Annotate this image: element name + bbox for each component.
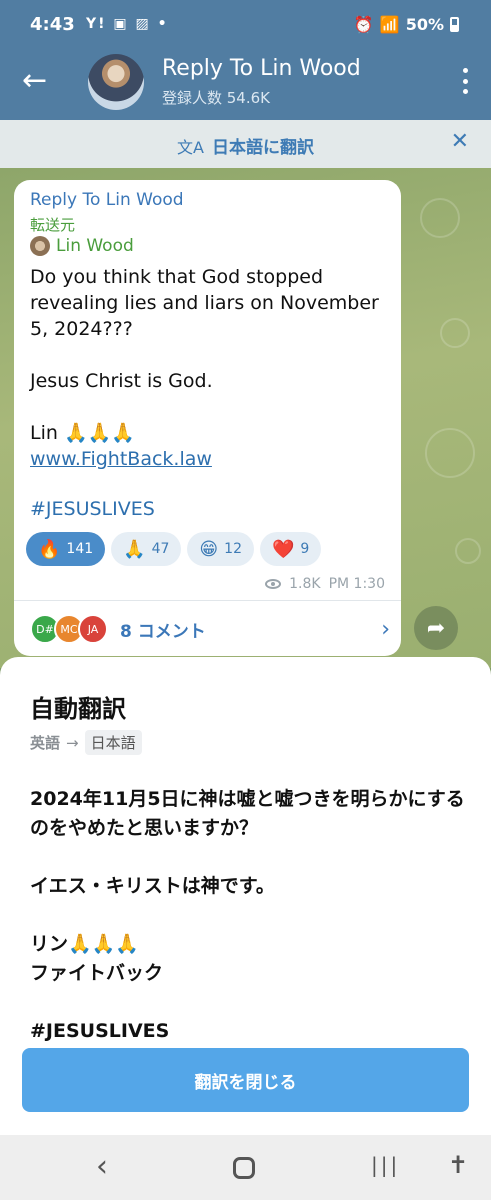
reaction-fire[interactable]: 🔥 141 <box>26 532 106 566</box>
message-paragraph-3: Lin 🙏🙏🙏 <box>30 422 135 444</box>
translated-paragraph-3: リン🙏🙏🙏 ファイトバック <box>30 930 470 988</box>
reaction-count: 47 <box>151 541 170 557</box>
message-bubble[interactable]: Reply To Lin Wood 転送元 Lin Wood Do you th… <box>14 180 401 656</box>
reaction-count: 12 <box>224 541 242 557</box>
message-time: PM 1:30 <box>328 576 385 592</box>
system-nav-bar: ‹ ||| ✝ <box>0 1135 491 1200</box>
message-link[interactable]: www.FightBack.law <box>30 448 212 470</box>
chevron-right-icon: › <box>381 616 390 642</box>
forwarded-label: 転送元 <box>30 216 76 234</box>
fire-icon: 🔥 <box>38 538 61 560</box>
battery-percent: 50% <box>405 15 444 34</box>
translated-line: ファイトバック <box>30 962 164 984</box>
translate-button[interactable]: 文A 日本語に翻訳 <box>0 133 491 158</box>
battery-icon <box>450 17 459 32</box>
heart-icon: ❤️ <box>272 538 295 560</box>
author-avatar <box>30 236 50 256</box>
reaction-heart[interactable]: ❤️ 9 <box>260 532 322 566</box>
reaction-count: 9 <box>300 541 310 557</box>
commenter-avatar: JA <box>78 614 108 644</box>
nav-home-icon[interactable] <box>233 1157 255 1179</box>
target-language[interactable]: 日本語 <box>84 730 142 755</box>
reaction-pray[interactable]: 🙏 47 <box>111 532 182 566</box>
author-name: Lin Wood <box>56 236 134 256</box>
translated-text: 2024年11月5日に神は嘘と嘘つきを明らかにするのをやめたと思いますか？ イエ… <box>30 785 470 1075</box>
views-count: 1.8K <box>289 576 321 592</box>
comments-button[interactable]: D# MC JA 8 コメント › <box>30 612 390 646</box>
close-translation-button[interactable]: 翻訳を閉じる <box>22 1048 469 1112</box>
notification-icons: Y! ▣ ▨ • <box>86 16 169 32</box>
message-hashtag[interactable]: #JESUSLIVES <box>30 498 155 520</box>
status-time: 4:43 <box>30 14 75 35</box>
grin-icon: 😁 <box>199 538 219 560</box>
alarm-icon: ⏰ <box>353 15 374 34</box>
accessibility-icon[interactable]: ✝ <box>448 1151 468 1179</box>
system-icons: ⏰ 📶 50% <box>354 15 459 34</box>
wifi-icon: 📶 <box>379 15 400 34</box>
more-options-icon[interactable] <box>463 68 469 94</box>
views-icon <box>265 579 282 589</box>
comments-label: 8 コメント <box>120 621 206 642</box>
translated-paragraph-4: #JESUSLIVES <box>30 1020 170 1042</box>
language-row: 英語 → 日本語 <box>30 730 142 755</box>
channel-subscribers: 登録人数 54.6K <box>162 89 271 107</box>
sheet-title: 自動翻訳 <box>30 695 126 723</box>
divider <box>14 600 401 601</box>
translated-paragraph-2: イエス・キリストは神です。 <box>30 875 275 897</box>
channel-avatar[interactable] <box>88 54 144 110</box>
message-paragraph-2: Jesus Christ is God. <box>30 370 213 392</box>
translation-sheet: 自動翻訳 英語 → 日本語 2024年11月5日に神は嘘と嘘つきを明らかにするの… <box>0 657 491 1135</box>
translated-paragraph-1: 2024年11月5日に神は嘘と嘘つきを明らかにするのをやめたと思いますか？ <box>30 788 465 839</box>
message-text: Do you think that God stopped revealing … <box>30 264 390 446</box>
source-language[interactable]: 英語 <box>30 732 60 753</box>
translated-line: リン🙏🙏🙏 <box>30 933 139 955</box>
reaction-count: 141 <box>66 541 94 557</box>
arrow-right-icon: → <box>66 733 79 752</box>
reactions: 🔥 141 🙏 47 😁 12 ❤️ 9 <box>26 532 322 566</box>
nav-recents-icon[interactable]: ||| <box>371 1153 400 1177</box>
share-icon[interactable]: ➦ <box>414 606 458 650</box>
translate-label: 日本語に翻訳 <box>211 138 314 158</box>
message-paragraph-1: Do you think that God stopped revealing … <box>30 266 379 340</box>
message-channel-name[interactable]: Reply To Lin Wood <box>30 190 184 210</box>
close-icon[interactable]: ✕ <box>451 129 469 154</box>
translate-icon: 文A <box>177 138 204 157</box>
forwarded-author[interactable]: Lin Wood <box>30 236 134 256</box>
arrow-back-icon[interactable]: ← <box>22 66 47 96</box>
nav-back-icon[interactable]: ‹ <box>96 1149 108 1184</box>
chat-header: ← Reply To Lin Wood 登録人数 54.6K <box>0 54 491 120</box>
channel-title[interactable]: Reply To Lin Wood <box>162 56 361 81</box>
translate-bar: 文A 日本語に翻訳 ✕ <box>0 120 491 168</box>
message-meta: 1.8K PM 1:30 <box>265 576 385 592</box>
pray-icon: 🙏 <box>123 538 146 560</box>
status-bar: 4:43 Y! ▣ ▨ • ⏰ 📶 50% <box>0 0 491 54</box>
reaction-grin[interactable]: 😁 12 <box>187 532 254 566</box>
